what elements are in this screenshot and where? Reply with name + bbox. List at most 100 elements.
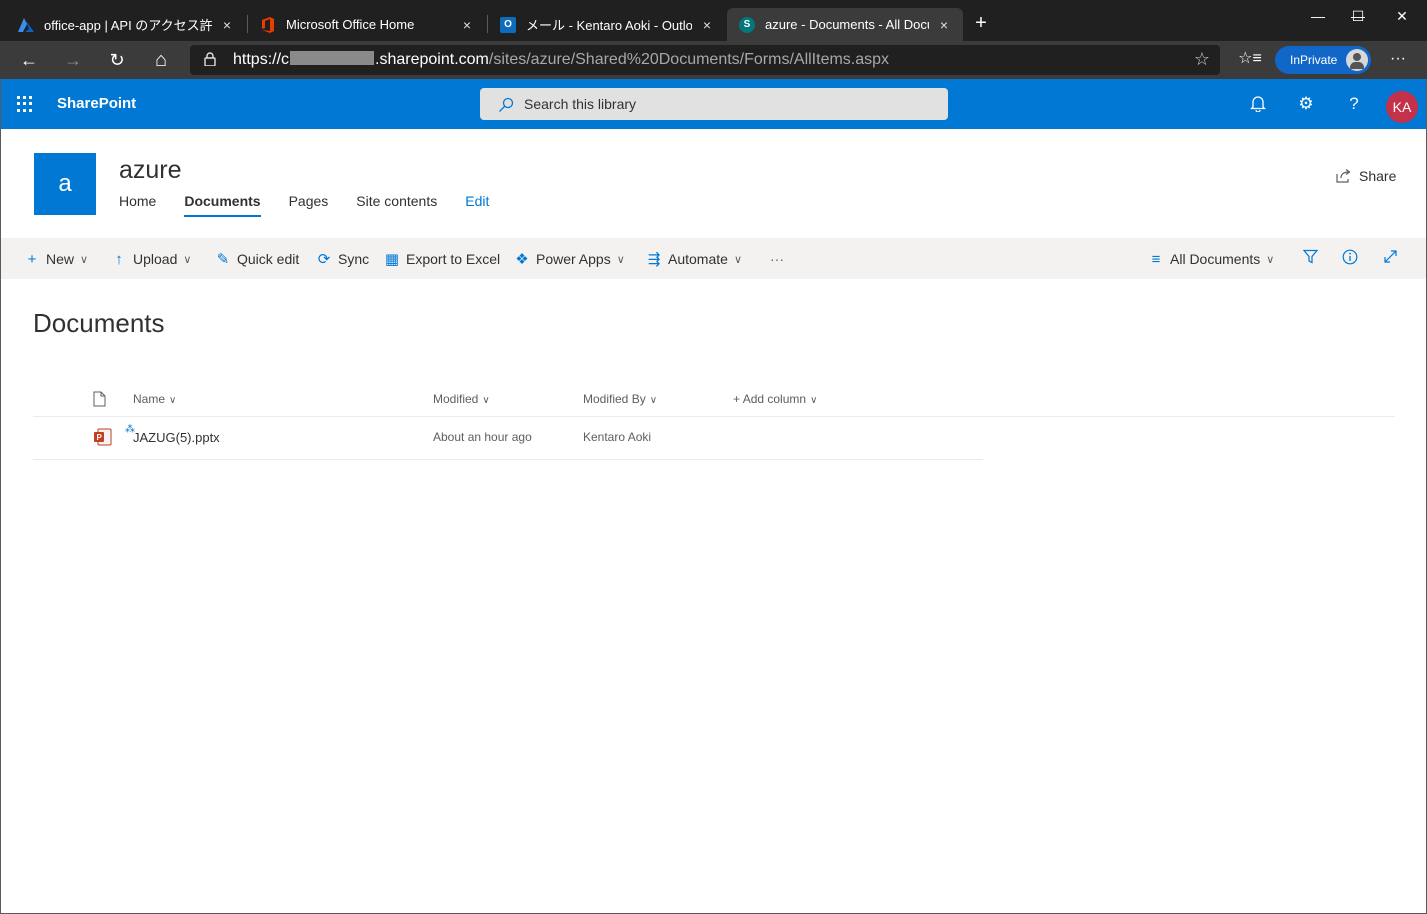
sync-icon: ⟳ — [317, 251, 331, 268]
home-button[interactable]: ⌂ — [146, 46, 176, 74]
maximize-button[interactable]: ☐ — [1338, 4, 1378, 28]
more-commands-button[interactable]: ··· — [770, 250, 784, 268]
refresh-button[interactable]: ↻ — [102, 46, 132, 74]
favorite-star-icon[interactable]: ☆ — [1194, 49, 1210, 70]
browser-tab-strip: office-app | API のアクセス許可 - M × Microsoft… — [0, 0, 1427, 41]
plus-icon: + — [27, 250, 37, 268]
site-logo[interactable]: a — [34, 153, 96, 215]
favorites-icon[interactable]: ☆≡ — [1238, 46, 1262, 72]
column-header-modified-by[interactable]: Modified By ∨ — [583, 392, 657, 406]
site-title[interactable]: azure — [119, 156, 182, 185]
tab-outlook[interactable]: O メール - Kentaro Aoki - Outlook × — [488, 8, 726, 41]
office-icon — [260, 16, 276, 33]
tab-close-icon[interactable]: × — [935, 17, 953, 33]
redacted-host — [290, 51, 375, 65]
inprivate-badge[interactable]: InPrivate — [1275, 46, 1371, 74]
sharepoint-icon: S — [739, 16, 755, 33]
add-column-button[interactable]: + Add column ∨ — [733, 392, 817, 406]
automate-label: Automate — [668, 251, 728, 267]
site-navigation: Home Documents Pages Site contents Edit — [119, 193, 489, 217]
powerpoint-file-icon: P — [94, 428, 112, 451]
tab-sharepoint-documents[interactable]: S azure - Documents - All Docume × — [727, 8, 963, 41]
view-selector[interactable]: ≡ All Documents ∨ — [1148, 250, 1275, 268]
tab-title: azure - Documents - All Docume — [765, 17, 929, 32]
chevron-down-icon: ∨ — [649, 395, 658, 406]
url-host-prefix: c — [281, 51, 290, 68]
column-header-modified[interactable]: Modified ∨ — [433, 392, 490, 406]
cell-modified: About an hour ago — [433, 430, 532, 444]
plus-icon: + — [733, 392, 743, 406]
export-to-excel-button[interactable]: ▦ Export to Excel — [384, 250, 500, 268]
header-divider — [33, 416, 1395, 417]
url-host-suffix: .sharepoint.com — [375, 51, 489, 68]
chevron-down-icon: ∨ — [810, 395, 818, 406]
export-label: Export to Excel — [406, 251, 501, 267]
chevron-down-icon: ∨ — [183, 253, 192, 266]
outlook-icon: O — [500, 16, 516, 33]
close-window-button[interactable]: ✕ — [1382, 4, 1422, 28]
command-bar: + New ∨ ↑ Upload ∨ ✎ Quick edit ⟳ Sync ▦… — [0, 238, 1427, 279]
quick-edit-button[interactable]: ✎ Quick edit — [215, 250, 300, 268]
filter-icon[interactable] — [1300, 249, 1320, 269]
search-input[interactable]: Search this library — [480, 88, 948, 120]
tab-office-home[interactable]: Microsoft Office Home × — [248, 8, 486, 41]
file-name-link[interactable]: JAZUG(5).pptx — [133, 430, 220, 445]
browser-menu-button[interactable]: ··· — [1385, 46, 1411, 72]
add-column-label: Add column — [742, 392, 807, 406]
help-icon[interactable]: ? — [1344, 94, 1364, 114]
inprivate-label: InPrivate — [1290, 53, 1338, 67]
tab-close-icon[interactable]: × — [218, 17, 236, 33]
user-avatar[interactable]: KA — [1386, 91, 1418, 123]
column-name-label: Name — [133, 392, 166, 406]
tab-title: メール - Kentaro Aoki - Outlook — [526, 18, 692, 33]
chevron-down-icon: ∨ — [733, 253, 742, 266]
excel-grid-icon: ▦ — [384, 251, 400, 268]
library-title: Documents — [33, 308, 165, 338]
new-tab-button[interactable]: + — [970, 12, 992, 34]
tab-close-icon[interactable]: × — [698, 17, 716, 33]
view-label: All Documents — [1170, 251, 1261, 267]
address-bar[interactable]: https://c .sharepoint.com/sites/azure/Sha… — [190, 45, 1220, 75]
sync-label: Sync — [338, 251, 370, 267]
suite-bar: SharePoint Search this library ⚙ ? KA — [0, 79, 1427, 129]
notifications-bell-icon[interactable] — [1248, 94, 1268, 114]
power-apps-button[interactable]: ❖ Power Apps ∨ — [514, 250, 625, 268]
new-label: New — [46, 251, 75, 267]
settings-gear-icon[interactable]: ⚙ — [1296, 94, 1316, 114]
minimize-icon[interactable]: — — [1298, 4, 1338, 28]
tab-azure-portal[interactable]: office-app | API のアクセス許可 - M × — [6, 8, 246, 41]
quick-edit-label: Quick edit — [237, 251, 300, 267]
sync-button[interactable]: ⟳ Sync — [316, 250, 369, 268]
cell-modified-by[interactable]: Kentaro Aoki — [583, 430, 651, 444]
upload-arrow-icon: ↑ — [115, 250, 123, 268]
nav-pages[interactable]: Pages — [289, 193, 329, 215]
column-header-name[interactable]: Name ∨ — [133, 392, 176, 406]
url-text: https://c .sharepoint.com/sites/azure/Sha… — [233, 51, 889, 69]
tab-close-icon[interactable]: × — [458, 17, 476, 33]
nav-home[interactable]: Home — [119, 193, 156, 215]
search-icon — [499, 97, 514, 112]
nav-documents[interactable]: Documents — [184, 193, 261, 217]
share-button[interactable]: Share — [1336, 168, 1396, 184]
forward-button[interactable]: → — [58, 46, 88, 74]
tab-title: office-app | API のアクセス許可 - M — [44, 18, 212, 33]
window-border-left — [0, 79, 1, 914]
search-placeholder: Search this library — [524, 96, 637, 112]
automate-button[interactable]: ⇶ Automate ∨ — [646, 250, 742, 268]
browser-toolbar: ← → ↻ ⌂ https://c .sharepoint.com/sites/a… — [0, 41, 1427, 79]
new-button[interactable]: + New ∨ — [24, 250, 88, 268]
file-type-column-icon[interactable] — [93, 391, 106, 410]
fullscreen-icon[interactable] — [1380, 249, 1400, 269]
info-icon[interactable] — [1340, 249, 1360, 269]
app-launcher-icon[interactable] — [17, 96, 33, 112]
tab-title: Microsoft Office Home — [286, 17, 415, 32]
back-button[interactable]: ← — [14, 46, 44, 74]
sharepoint-brand-link[interactable]: SharePoint — [57, 95, 136, 112]
nav-edit[interactable]: Edit — [465, 193, 489, 215]
chevron-down-icon: ∨ — [482, 395, 490, 406]
pencil-icon: ✎ — [216, 251, 230, 268]
upload-label: Upload — [133, 251, 178, 267]
column-modified-by-label: Modified By — [583, 392, 646, 406]
nav-site-contents[interactable]: Site contents — [356, 193, 437, 215]
upload-button[interactable]: ↑ Upload ∨ — [111, 250, 191, 268]
